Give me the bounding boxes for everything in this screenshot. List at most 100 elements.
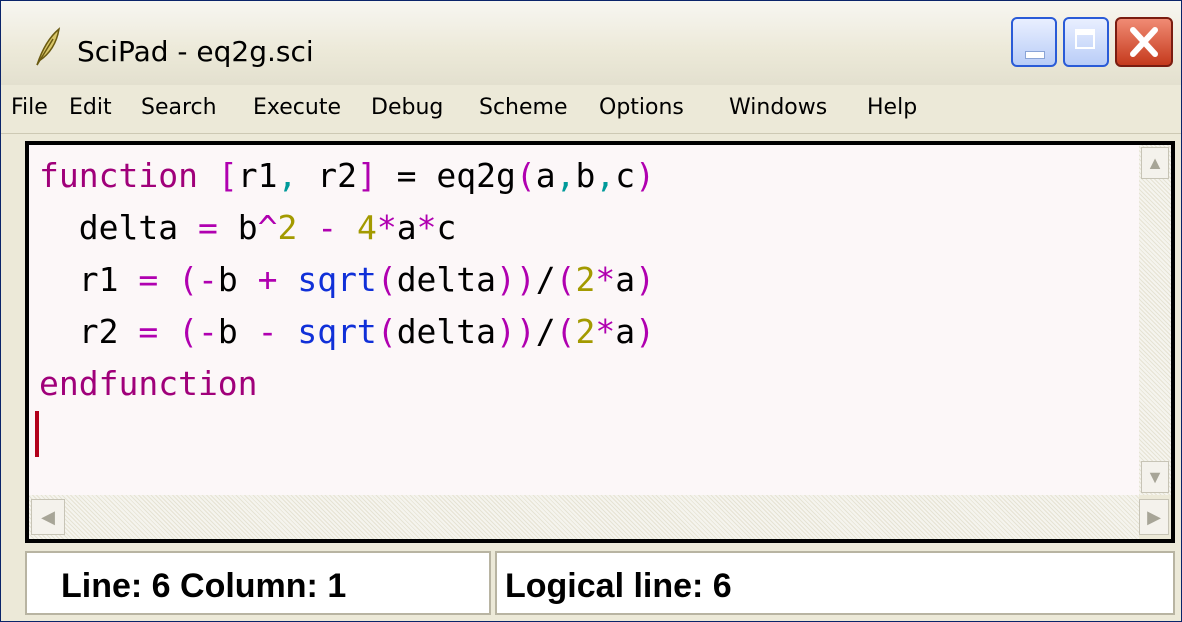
text-cursor: [35, 411, 39, 457]
code-token: +: [237, 260, 298, 299]
editor-pane: function [r1, r2] = eq2g(a,b,c) delta = …: [25, 141, 1175, 543]
code-line: delta = b^2 - 4*a*c: [39, 205, 457, 251]
horizontal-scrollbar[interactable]: ◀: [29, 495, 1139, 539]
code-token: /: [535, 260, 556, 299]
scroll-right-button[interactable]: ▶: [1139, 499, 1169, 535]
code-token: 2: [575, 260, 596, 299]
code-token: ): [635, 156, 656, 195]
minimize-button[interactable]: [1011, 17, 1057, 67]
code-token: function: [39, 156, 198, 195]
code-token: a: [615, 312, 636, 351]
status-bar: Line: 6 Column: 1 Logical line: 6: [25, 551, 1175, 617]
code-token: (: [178, 260, 198, 299]
status-logical-line: Logical line: 6: [505, 567, 732, 605]
code-token: (: [555, 312, 576, 351]
code-token: sqrt: [297, 260, 377, 299]
code-token: *: [595, 260, 616, 299]
code-token: =: [376, 156, 437, 195]
status-position: Line: 6 Column: 1: [61, 567, 347, 605]
code-text-area[interactable]: function [r1, r2] = eq2g(a,b,c) delta = …: [29, 145, 1139, 495]
arrow-left-icon: ◀: [41, 507, 55, 527]
menu-scheme[interactable]: Scheme: [479, 95, 568, 120]
code-line: r2 = (-b - sqrt(delta))/(2*a): [39, 309, 655, 355]
code-line: function [r1, r2] = eq2g(a,b,c): [39, 153, 655, 199]
scroll-left-button[interactable]: ◀: [31, 499, 65, 535]
window-title: SciPad - eq2g.sci: [77, 35, 314, 68]
code-token: )): [496, 260, 536, 299]
code-token: =: [138, 260, 159, 299]
scroll-down-button[interactable]: ▼: [1141, 461, 1169, 493]
code-token: endfunction: [39, 364, 258, 403]
maximize-icon: [1075, 29, 1095, 49]
scrollbar-corner: ▶: [1139, 495, 1171, 539]
code-token: b: [217, 260, 238, 299]
code-token: 4: [356, 208, 377, 247]
status-position-cell: Line: 6 Column: 1: [25, 551, 491, 615]
code-token: a: [396, 208, 417, 247]
code-token: b: [217, 312, 238, 351]
code-token: =: [197, 208, 218, 247]
code-line: r1 = (-b + sqrt(delta))/(2*a): [39, 257, 655, 303]
code-token: [: [217, 156, 238, 195]
code-token: delta: [396, 312, 497, 351]
arrow-right-icon: ▶: [1147, 507, 1161, 527]
code-token: -: [297, 208, 357, 247]
code-token: ): [635, 260, 656, 299]
feather-icon: [36, 27, 61, 66]
close-button[interactable]: [1115, 17, 1173, 67]
menu-file[interactable]: File: [11, 95, 48, 120]
code-token: ): [635, 312, 656, 351]
menu-options[interactable]: Options: [599, 95, 684, 120]
code-token: ^: [257, 208, 278, 247]
arrow-up-icon: ▲: [1146, 153, 1164, 173]
title-bar[interactable]: SciPad - eq2g.sci: [1, 1, 1181, 85]
code-token: ]: [356, 156, 377, 195]
code-token: -: [197, 260, 218, 299]
menu-execute[interactable]: Execute: [253, 95, 341, 120]
menu-windows[interactable]: Windows: [729, 95, 827, 120]
code-token: eq2g: [436, 156, 516, 195]
code-token: /: [535, 312, 556, 351]
code-token: )): [496, 312, 536, 351]
code-token: r2: [297, 156, 357, 195]
code-token: (: [555, 260, 576, 299]
menu-bar: File Edit Search Execute Debug Scheme Op…: [1, 85, 1181, 134]
code-token: (: [178, 312, 198, 351]
code-token: ,: [595, 156, 616, 195]
code-token: a: [615, 260, 636, 299]
minimize-icon: [1025, 51, 1045, 59]
maximize-button[interactable]: [1063, 17, 1109, 67]
code-token: delta: [396, 260, 497, 299]
code-token: *: [416, 208, 437, 247]
code-token: b: [217, 208, 258, 247]
code-token: a: [535, 156, 556, 195]
code-token: c: [615, 156, 636, 195]
code-token: 2: [277, 208, 298, 247]
code-token: *: [376, 208, 397, 247]
code-token: -: [197, 312, 218, 351]
code-token: (: [376, 260, 397, 299]
menu-search[interactable]: Search: [141, 95, 217, 120]
app-window: SciPad - eq2g.sci File Edit Search Execu…: [0, 0, 1182, 622]
code-token: r2: [39, 312, 139, 351]
menu-help[interactable]: Help: [867, 95, 917, 120]
menu-debug[interactable]: Debug: [371, 95, 443, 120]
vertical-scrollbar[interactable]: ▲ ▼: [1139, 145, 1171, 495]
code-token: sqrt: [297, 312, 377, 351]
code-line: endfunction: [39, 361, 258, 407]
code-token: *: [595, 312, 616, 351]
code-token: b: [575, 156, 596, 195]
close-icon: [1130, 27, 1158, 57]
code-token: 2: [575, 312, 596, 351]
code-token: c: [436, 208, 457, 247]
code-token: -: [237, 312, 298, 351]
code-token: (: [515, 156, 536, 195]
menu-edit[interactable]: Edit: [69, 95, 112, 120]
code-token: r1: [39, 260, 139, 299]
scroll-up-button[interactable]: ▲: [1141, 147, 1169, 179]
code-token: (: [376, 312, 397, 351]
code-token: =: [138, 312, 159, 351]
